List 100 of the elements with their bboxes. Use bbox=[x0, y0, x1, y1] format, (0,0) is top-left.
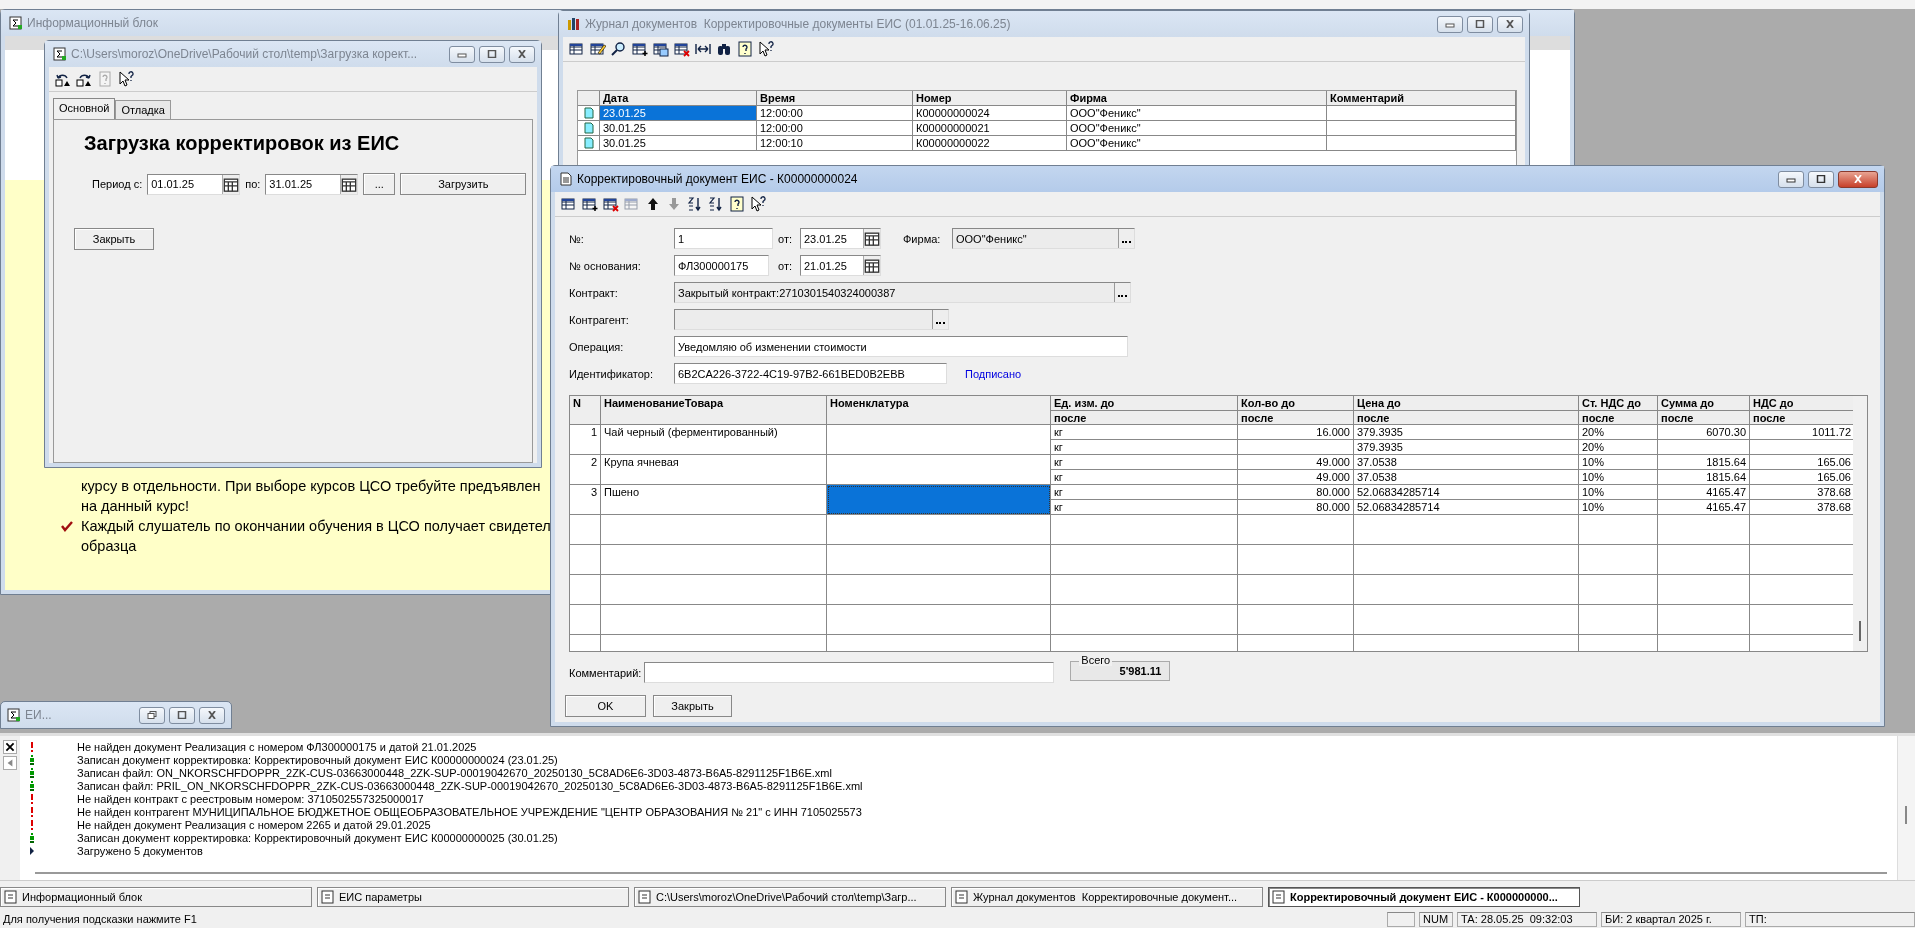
column-header[interactable]: после bbox=[1051, 410, 1237, 425]
close-button[interactable] bbox=[199, 706, 225, 724]
column-header[interactable]: Фирма bbox=[1067, 91, 1327, 106]
maximize-button[interactable] bbox=[479, 45, 505, 63]
tab[interactable]: Отладка bbox=[115, 100, 171, 119]
undo-icon[interactable] bbox=[55, 71, 71, 87]
date-field[interactable]: 31.01.25 bbox=[265, 173, 359, 195]
column-header[interactable]: Ст. НДС до bbox=[1579, 396, 1657, 410]
close-form-button[interactable]: Закрыть bbox=[653, 695, 732, 717]
search-icon[interactable] bbox=[611, 41, 627, 57]
firm-field[interactable]: ООО"Феникс" bbox=[952, 228, 1135, 249]
calendar-icon[interactable] bbox=[340, 174, 358, 194]
minimize-button[interactable] bbox=[1437, 15, 1463, 33]
calendar-icon[interactable] bbox=[863, 256, 880, 275]
maximize-button[interactable] bbox=[1467, 15, 1493, 33]
signed-link[interactable]: Подписано bbox=[965, 367, 1022, 380]
number-field[interactable]: 1 bbox=[674, 228, 773, 249]
close-button[interactable] bbox=[1497, 15, 1523, 33]
table-icon[interactable] bbox=[569, 41, 585, 57]
close-icon bbox=[207, 711, 217, 719]
calendar-icon[interactable] bbox=[222, 174, 240, 194]
table-row[interactable]: 30.01.25 12:00:00 К00000000021 ООО"Феникс" bbox=[578, 121, 1516, 136]
column-header[interactable]: Комментарий bbox=[1327, 91, 1516, 106]
column-header[interactable]: Цена до bbox=[1354, 396, 1578, 410]
column-header[interactable]: после bbox=[1354, 410, 1578, 425]
help-icon[interactable] bbox=[737, 41, 753, 57]
close-button[interactable] bbox=[509, 45, 535, 63]
table-add-icon[interactable] bbox=[582, 196, 598, 212]
operation-field[interactable]: Уведомляю об изменении стоимости bbox=[674, 336, 1128, 357]
table-cell-text: 10% bbox=[1581, 470, 1606, 484]
tab[interactable]: Основной bbox=[53, 98, 116, 119]
info-text: образца bbox=[81, 538, 137, 554]
contract-field[interactable]: Закрытый контракт:2710301540324000387 bbox=[674, 282, 1131, 303]
table-delete-icon[interactable] bbox=[603, 196, 619, 212]
column-header[interactable]: Время bbox=[757, 91, 913, 106]
arrow-up-icon[interactable] bbox=[645, 196, 661, 212]
table-icon[interactable] bbox=[561, 196, 577, 212]
column-header[interactable]: Кол-во до bbox=[1238, 396, 1353, 410]
taskbar-item[interactable]: C:\Users\moroz\OneDrive\Рабочий стол\temp\Загр... bbox=[634, 887, 946, 907]
edit-icon[interactable] bbox=[590, 41, 606, 57]
date-field[interactable]: 21.01.25 bbox=[800, 255, 881, 276]
identifier-field[interactable]: 6B2CA226-3722-4C19-97B2-661BED0B2EBB bbox=[674, 363, 947, 384]
maximize-button[interactable] bbox=[1808, 170, 1834, 188]
close-form-button[interactable]: Закрыть bbox=[74, 228, 154, 250]
resize-icon[interactable] bbox=[695, 41, 711, 57]
scrollbar[interactable] bbox=[1897, 736, 1915, 880]
log-message: Записан документ корректировка: Корректировочный документ ЕИС К00000000025 (30.01.25) bbox=[77, 831, 558, 844]
table-cell[interactable] bbox=[827, 485, 1051, 515]
sort-icon[interactable] bbox=[708, 196, 724, 212]
column-header[interactable]: Номер bbox=[913, 91, 1067, 106]
column-header[interactable]: после bbox=[1658, 410, 1749, 425]
taskbar-item[interactable]: Корректировочный документ ЕИС - К000000000... bbox=[1268, 887, 1580, 907]
pointer-help-icon[interactable] bbox=[758, 41, 774, 57]
select-button[interactable] bbox=[1118, 229, 1134, 248]
taskbar-item[interactable]: Журнал документов Корректировочные документ... bbox=[951, 887, 1263, 907]
table-cell-text: 52.06834285714 bbox=[1356, 500, 1441, 514]
pointer-help-icon[interactable] bbox=[750, 196, 766, 212]
basis-field[interactable]: ФЛ300000175 bbox=[674, 255, 769, 276]
comment-field[interactable] bbox=[644, 662, 1055, 683]
column-header[interactable] bbox=[578, 91, 600, 106]
ok-button[interactable]: OK bbox=[565, 695, 646, 717]
select-button[interactable] bbox=[1114, 283, 1130, 302]
date-field[interactable]: 23.01.25 bbox=[800, 228, 881, 249]
scrollbar[interactable] bbox=[35, 872, 1887, 874]
table-cell: Крупа ячневая bbox=[601, 455, 827, 485]
table-add-icon[interactable] bbox=[632, 41, 648, 57]
browse-button[interactable]: ... bbox=[363, 173, 396, 195]
table-cell-text: 4165.47 bbox=[1705, 500, 1747, 514]
window-icon bbox=[1272, 890, 1286, 904]
minimize-button[interactable] bbox=[449, 45, 475, 63]
log-message: Записан документ корректировка: Корректировочный документ ЕИС К00000000024 (23.01.25) bbox=[77, 753, 558, 766]
date-field[interactable]: 01.01.25 bbox=[147, 173, 241, 195]
scrollbar[interactable] bbox=[1853, 396, 1867, 651]
person-icon bbox=[29, 780, 35, 791]
column-header[interactable]: после bbox=[1579, 410, 1657, 425]
table-row[interactable]: 23.01.25 12:00:00 К00000000024 ООО"Феникс" bbox=[578, 106, 1516, 121]
column-header[interactable]: НДС до bbox=[1750, 396, 1854, 410]
pointer-help-icon[interactable] bbox=[118, 71, 134, 87]
sort-icon[interactable] bbox=[687, 196, 703, 212]
binoculars-icon[interactable] bbox=[716, 41, 732, 57]
column-header[interactable]: Ед. изм. до bbox=[1051, 396, 1237, 410]
maximize-button[interactable] bbox=[169, 706, 195, 724]
restore-button[interactable] bbox=[139, 706, 165, 724]
copy-icon[interactable] bbox=[653, 41, 669, 57]
column-header[interactable]: после bbox=[1238, 410, 1353, 425]
close-icon[interactable] bbox=[3, 740, 17, 754]
table-row[interactable]: 30.01.25 12:00:10 К00000000022 ООО"Феникс" bbox=[578, 136, 1516, 151]
calendar-icon[interactable] bbox=[863, 229, 880, 248]
taskbar-item[interactable]: ЕИС параметры bbox=[317, 887, 629, 907]
column-header[interactable]: Дата bbox=[600, 91, 757, 106]
sigma-icon bbox=[53, 47, 67, 61]
redo-icon[interactable] bbox=[76, 71, 92, 87]
column-header[interactable]: Сумма до bbox=[1658, 396, 1749, 410]
table-delete-icon[interactable] bbox=[674, 41, 690, 57]
table-cell[interactable] bbox=[827, 425, 1051, 455]
close-button[interactable] bbox=[1838, 170, 1878, 188]
status-num: NUM bbox=[1419, 911, 1453, 927]
taskbar-item[interactable]: Информационный блок bbox=[0, 887, 312, 907]
help-icon[interactable] bbox=[729, 196, 745, 212]
load-button[interactable]: Загрузить bbox=[400, 173, 527, 195]
